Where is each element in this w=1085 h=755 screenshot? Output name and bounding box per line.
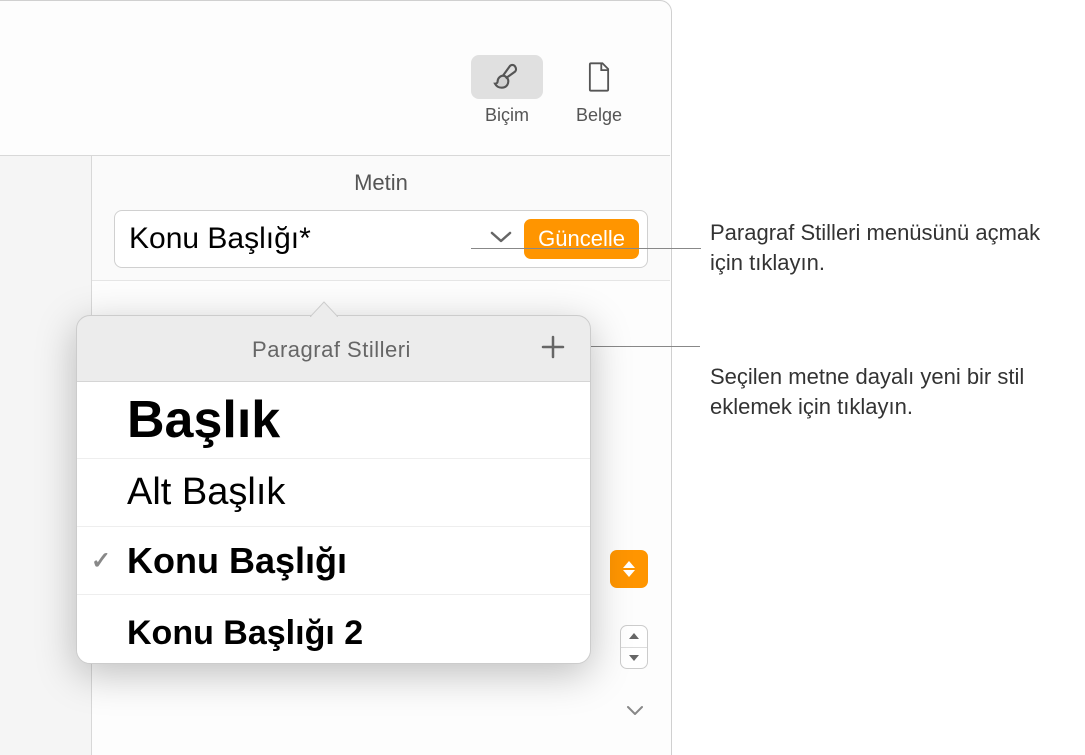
checkmark-icon: ✓ <box>91 546 111 575</box>
style-label: Konu Başlığı 2 <box>127 614 363 653</box>
update-button[interactable]: Güncelle <box>524 219 639 259</box>
plus-icon <box>540 334 566 360</box>
dropdown-control[interactable] <box>610 550 648 588</box>
document-tab[interactable]: Belge <box>563 55 635 126</box>
popover-arrow <box>310 301 338 317</box>
style-label: Konu Başlığı <box>127 540 347 582</box>
document-label: Belge <box>576 105 622 126</box>
text-section: Metin Konu Başlığı* Güncelle <box>92 155 670 281</box>
paragraph-style-field[interactable]: Konu Başlığı* Güncelle <box>114 210 648 268</box>
format-label: Biçim <box>485 105 529 126</box>
stepper-control[interactable] <box>620 625 648 669</box>
style-label: Alt Başlık <box>127 471 285 514</box>
format-tab[interactable]: Biçim <box>471 55 543 126</box>
callout-add-style: Seçilen metne dayalı yeni bir stil eklem… <box>710 362 1080 421</box>
style-list: Başlık Alt Başlık ✓ Konu Başlığı Konu Ba… <box>77 382 590 663</box>
popover-header: Paragraf Stilleri <box>77 316 590 382</box>
chevron-down-icon[interactable] <box>478 230 524 249</box>
section-title: Metin <box>92 156 670 210</box>
style-item-alt-baslik[interactable]: Alt Başlık <box>77 459 590 527</box>
top-toolbar: Biçim Belge <box>471 55 635 126</box>
current-style-name: Konu Başlığı* <box>129 222 478 256</box>
callout-open-menu: Paragraf Stilleri menüsünü açmak için tı… <box>710 218 1070 277</box>
style-label: Başlık <box>127 390 280 450</box>
popover-title: Paragraf Stilleri <box>127 337 536 363</box>
callout-line <box>471 248 701 249</box>
paragraph-style-row: Konu Başlığı* Güncelle <box>92 210 670 281</box>
callout-line <box>572 346 700 347</box>
document-icon <box>585 61 613 93</box>
add-style-button[interactable] <box>536 330 570 369</box>
style-item-konu-basligi[interactable]: ✓ Konu Başlığı <box>77 527 590 595</box>
expand-chevron-icon[interactable] <box>626 704 644 722</box>
brush-icon <box>491 61 523 93</box>
style-item-konu-basligi-2[interactable]: Konu Başlığı 2 <box>77 595 590 663</box>
paragraph-styles-popover: Paragraf Stilleri Başlık Alt Başlık ✓ Ko… <box>76 315 591 664</box>
style-item-baslik[interactable]: Başlık <box>77 382 590 459</box>
